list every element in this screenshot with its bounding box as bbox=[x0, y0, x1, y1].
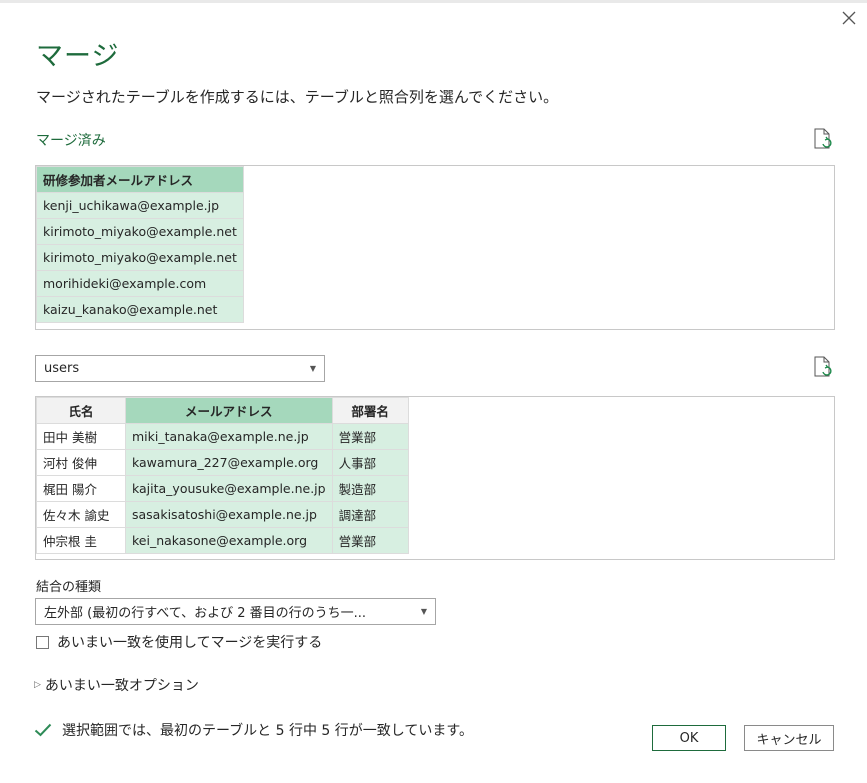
table-cell: kenji_uchikawa@example.jp bbox=[36, 192, 244, 219]
table-cell: kei_nakasone@example.org bbox=[125, 527, 333, 554]
second-table-select[interactable]: users ▼ bbox=[35, 355, 325, 382]
chevron-down-icon: ▼ bbox=[309, 364, 316, 373]
join-kind-label: 結合の種類 bbox=[36, 580, 102, 595]
table-row: 梶田 陽介 kajita_yousuke@example.ne.jp 製造部 bbox=[36, 475, 409, 502]
second-table-preview: 氏名 メールアドレス 部署名 田中 美樹 miki_tanaka@example… bbox=[35, 396, 835, 560]
refresh-document-icon bbox=[814, 128, 832, 149]
table-cell: 仲宗根 圭 bbox=[36, 527, 126, 554]
match-status: 選択範囲では、最初のテーブルと 5 行中 5 行が一致しています。 bbox=[34, 720, 473, 740]
table-cell: miki_tanaka@example.ne.jp bbox=[125, 423, 333, 450]
table-row: kenji_uchikawa@example.jp bbox=[36, 192, 244, 219]
window-top-edge bbox=[0, 0, 867, 3]
table-row: kirimoto_miyako@example.net bbox=[36, 244, 244, 271]
table-cell: 調達部 bbox=[331, 501, 409, 528]
merged-table: 研修参加者メールアドレス kenji_uchikawa@example.jp k… bbox=[36, 166, 244, 323]
refresh-merged-button[interactable] bbox=[812, 128, 834, 150]
fuzzy-options-label: あいまい一致オプション bbox=[44, 678, 199, 694]
table-cell: sasakisatoshi@example.ne.jp bbox=[125, 501, 333, 528]
fuzzy-match-checkbox-label: あいまい一致を使用してマージを実行する bbox=[57, 635, 323, 651]
close-button[interactable] bbox=[837, 6, 861, 30]
column-header-department[interactable]: 部署名 bbox=[331, 397, 409, 424]
table-row: kaizu_kanako@example.net bbox=[36, 296, 244, 323]
table-cell: 営業部 bbox=[331, 527, 409, 554]
refresh-document-icon bbox=[814, 356, 832, 377]
merged-column-header[interactable]: 研修参加者メールアドレス bbox=[36, 166, 244, 193]
expand-triangle-icon: ▷ bbox=[34, 680, 41, 690]
column-header-email[interactable]: メールアドレス bbox=[125, 397, 333, 424]
table-row: 佐々木 諭史 sasakisatoshi@example.ne.jp 調達部 bbox=[36, 501, 409, 528]
checkmark-icon bbox=[34, 723, 52, 737]
second-table: 氏名 メールアドレス 部署名 田中 美樹 miki_tanaka@example… bbox=[36, 397, 409, 554]
close-icon bbox=[842, 11, 856, 25]
table-row: morihideki@example.com bbox=[36, 270, 244, 297]
join-kind-select[interactable]: 左外部 (最初の行すべて、および 2 番目の行のうち一... ▼ bbox=[35, 598, 436, 625]
table-cell: kaizu_kanako@example.net bbox=[36, 296, 244, 323]
table-cell: kirimoto_miyako@example.net bbox=[36, 218, 244, 245]
fuzzy-options-expander[interactable]: ▷ あいまい一致オプション bbox=[34, 675, 199, 695]
table-cell: kirimoto_miyako@example.net bbox=[36, 244, 244, 271]
ok-button[interactable]: OK bbox=[652, 725, 726, 751]
cancel-button[interactable]: キャンセル bbox=[744, 725, 834, 751]
table-cell: 製造部 bbox=[331, 475, 409, 502]
match-status-text: 選択範囲では、最初のテーブルと 5 行中 5 行が一致しています。 bbox=[62, 723, 473, 739]
dialog-title: マージ bbox=[36, 41, 120, 72]
table-row: 河村 俊伸 kawamura_227@example.org 人事部 bbox=[36, 449, 409, 476]
merged-table-preview: 研修参加者メールアドレス kenji_uchikawa@example.jp k… bbox=[35, 165, 835, 330]
chevron-down-icon: ▼ bbox=[420, 607, 427, 616]
join-kind-select-value: 左外部 (最初の行すべて、および 2 番目の行のうち一... bbox=[44, 606, 367, 621]
table-cell: 梶田 陽介 bbox=[36, 475, 126, 502]
table-cell: 営業部 bbox=[331, 423, 409, 450]
column-header-name[interactable]: 氏名 bbox=[36, 397, 126, 424]
table-cell: kawamura_227@example.org bbox=[125, 449, 333, 476]
dialog-description: マージされたテーブルを作成するには、テーブルと照合列を選んでください。 bbox=[36, 88, 559, 106]
table-row: 田中 美樹 miki_tanaka@example.ne.jp 営業部 bbox=[36, 423, 409, 450]
table-row: kirimoto_miyako@example.net bbox=[36, 218, 244, 245]
table-cell: 田中 美樹 bbox=[36, 423, 126, 450]
table-row: 仲宗根 圭 kei_nakasone@example.org 営業部 bbox=[36, 527, 409, 554]
table-cell: morihideki@example.com bbox=[36, 270, 244, 297]
fuzzy-match-checkbox-row[interactable]: あいまい一致を使用してマージを実行する bbox=[36, 632, 322, 652]
refresh-second-button[interactable] bbox=[812, 356, 834, 378]
table-cell: kajita_yousuke@example.ne.jp bbox=[125, 475, 333, 502]
table-cell: 河村 俊伸 bbox=[36, 449, 126, 476]
table-cell: 人事部 bbox=[331, 449, 409, 476]
merged-section-label: マージ済み bbox=[36, 133, 106, 149]
fuzzy-match-checkbox[interactable] bbox=[36, 635, 49, 649]
second-table-select-value: users bbox=[44, 361, 80, 376]
table-cell: 佐々木 諭史 bbox=[36, 501, 126, 528]
